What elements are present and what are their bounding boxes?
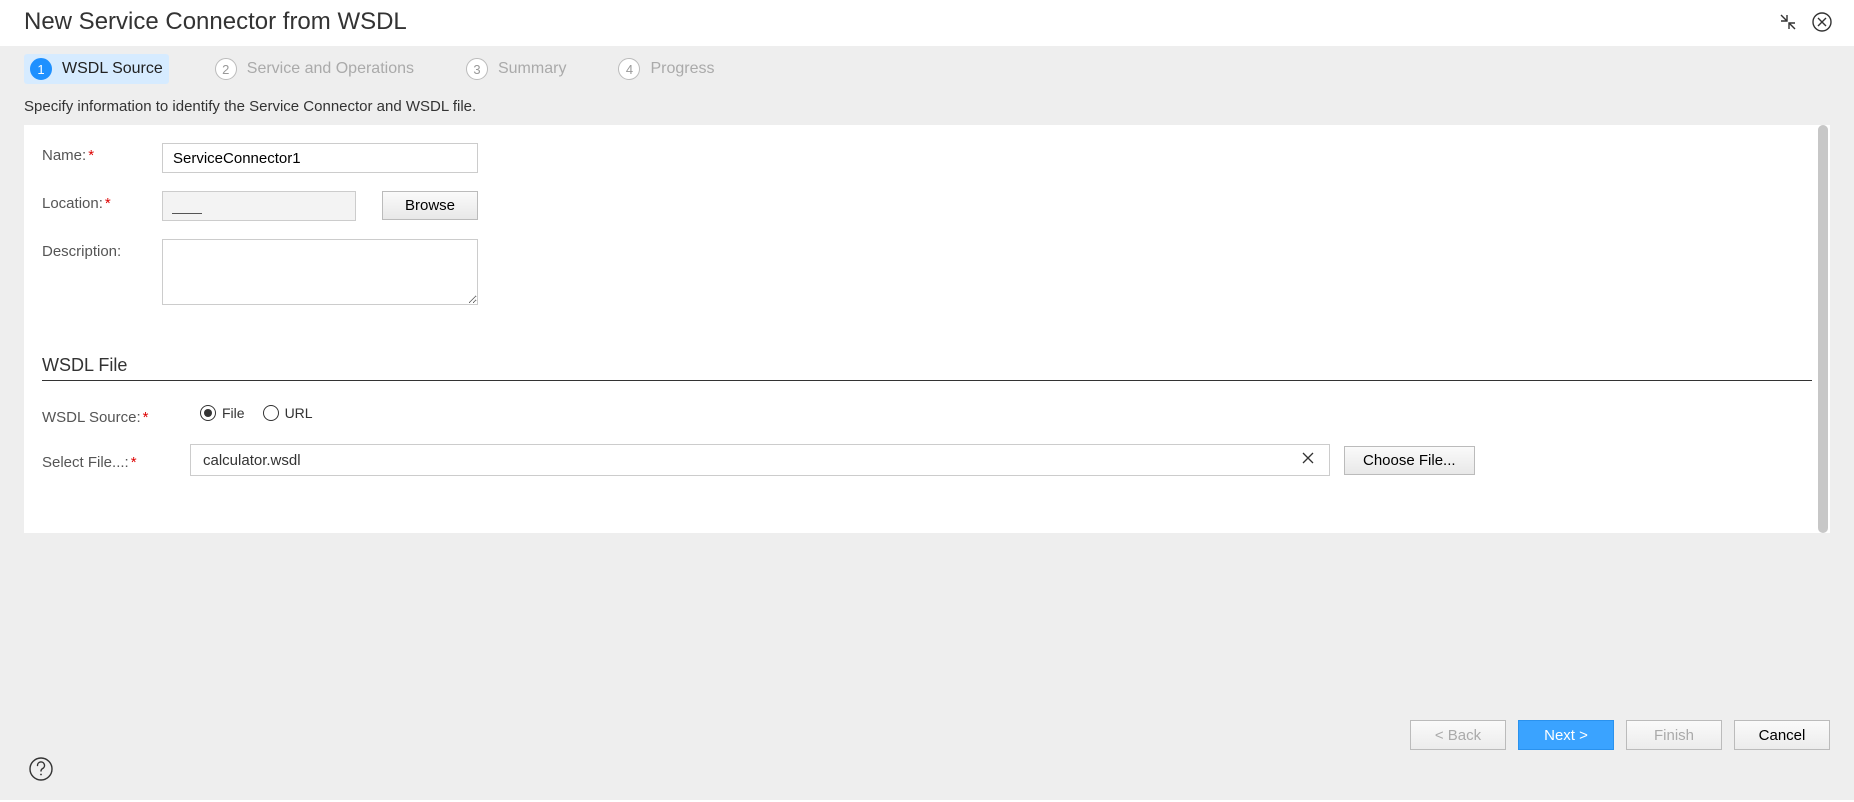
step-number: 4 [618, 58, 640, 80]
wizard-footer: < Back Next > Finish Cancel [1410, 720, 1830, 750]
file-input-wrap: calculator.wsdl Choose File... [190, 444, 1812, 476]
step-wsdl-source[interactable]: 1 WSDL Source [24, 54, 169, 84]
radio-file-label: File [222, 405, 245, 421]
close-icon[interactable] [1810, 10, 1834, 34]
instruction-text: Specify information to identify the Serv… [0, 92, 1854, 125]
dialog-title: New Service Connector from WSDL [24, 8, 407, 36]
step-service-operations[interactable]: 2 Service and Operations [209, 54, 420, 84]
wsdl-section-title: WSDL File [42, 355, 1812, 376]
browse-button[interactable]: Browse [382, 191, 478, 220]
step-label: Summary [498, 60, 566, 78]
radio-file[interactable]: File [200, 405, 245, 421]
radio-url-label: URL [285, 405, 313, 421]
row-description: Description: [42, 239, 1812, 305]
name-label: Name:* [42, 143, 162, 164]
wsdl-source-radio-group: File URL [200, 405, 313, 421]
wsdl-source-label: WSDL Source:* [42, 405, 190, 426]
row-name: Name:* [42, 143, 1812, 173]
dialog-header: New Service Connector from WSDL [0, 0, 1854, 46]
name-input[interactable] [162, 143, 478, 173]
location-input[interactable] [162, 191, 356, 221]
step-summary[interactable]: 3 Summary [460, 54, 572, 84]
help-icon[interactable] [28, 756, 54, 782]
step-number: 1 [30, 58, 52, 80]
header-icons [1776, 10, 1834, 34]
form-panel: Name:* Location:* Browse Description: WS… [24, 125, 1830, 533]
row-location: Location:* Browse [42, 191, 1812, 221]
finish-button[interactable]: Finish [1626, 720, 1722, 750]
location-label: Location:* [42, 191, 162, 212]
step-number: 2 [215, 58, 237, 80]
radio-url-circle [263, 405, 279, 421]
row-select-file: Select File...:* calculator.wsdl Choose … [42, 444, 1812, 476]
section-divider [42, 380, 1812, 381]
step-label: WSDL Source [62, 60, 163, 78]
step-progress[interactable]: 4 Progress [612, 54, 720, 84]
scrollbar-thumb[interactable] [1818, 125, 1828, 533]
wizard-steps: 1 WSDL Source 2 Service and Operations 3… [0, 46, 1854, 92]
radio-file-circle [200, 405, 216, 421]
wizard-body: 1 WSDL Source 2 Service and Operations 3… [0, 46, 1854, 800]
description-label: Description: [42, 239, 162, 260]
select-file-label: Select File...:* [42, 450, 190, 471]
next-button[interactable]: Next > [1518, 720, 1614, 750]
step-label: Progress [650, 60, 714, 78]
selected-filename: calculator.wsdl [203, 452, 1295, 469]
radio-url[interactable]: URL [263, 405, 313, 421]
collapse-icon[interactable] [1776, 10, 1800, 34]
panel-scrollbar[interactable] [1818, 125, 1828, 533]
clear-file-icon[interactable] [1295, 449, 1321, 471]
select-file-input[interactable]: calculator.wsdl [190, 444, 1330, 476]
row-wsdl-source: WSDL Source:* File URL [42, 405, 1812, 426]
back-button[interactable]: < Back [1410, 720, 1506, 750]
description-textarea[interactable] [162, 239, 478, 305]
choose-file-button[interactable]: Choose File... [1344, 446, 1475, 475]
cancel-button[interactable]: Cancel [1734, 720, 1830, 750]
location-underline [172, 213, 202, 214]
step-label: Service and Operations [247, 60, 414, 78]
step-number: 3 [466, 58, 488, 80]
